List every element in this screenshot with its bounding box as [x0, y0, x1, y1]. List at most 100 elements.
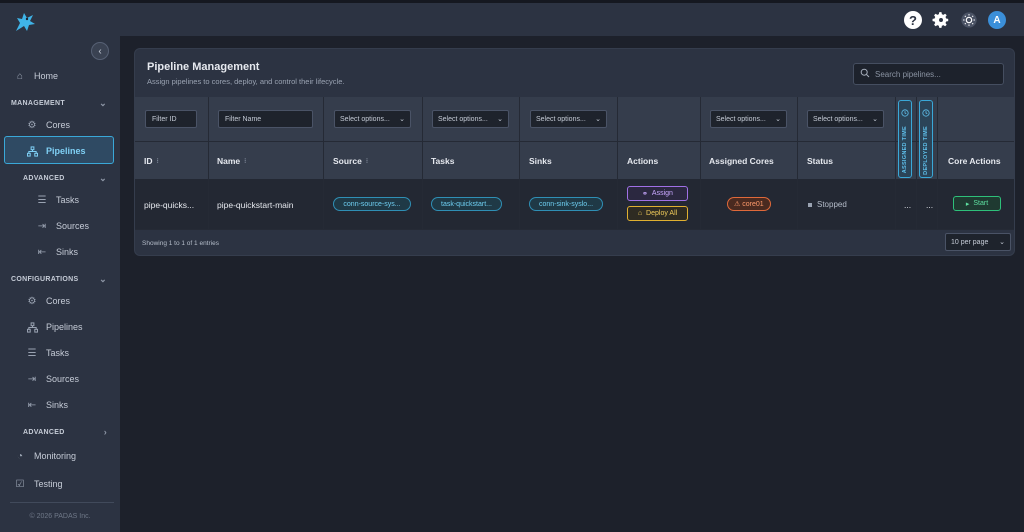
- tasks-filter-select[interactable]: Select options... ⌄: [432, 110, 509, 128]
- sun-icon[interactable]: [960, 11, 978, 29]
- source-filter-select[interactable]: Select options... ⌄: [334, 110, 411, 128]
- sidebar-item-label: Home: [34, 71, 59, 81]
- sidebar-item-sinks[interactable]: ⇤ Sinks: [36, 244, 78, 260]
- play-icon: ▸: [965, 200, 970, 208]
- column-header-name[interactable]: Name ⁝: [217, 156, 246, 166]
- dragon-logo-icon[interactable]: [12, 9, 38, 35]
- warning-icon: ⚠: [734, 201, 741, 208]
- chevron-down-icon: ⌄: [99, 274, 107, 284]
- sink-icon: ⇤: [37, 246, 47, 258]
- column-header-assigned-cores: Assigned Cores: [709, 156, 774, 166]
- sidebar-item-cores[interactable]: ⚙ Cores: [26, 117, 71, 133]
- sidebar: ‹ ⌂ Home MANAGEMENT ⌄ ⚙ Cores Pipelines A…: [0, 36, 120, 532]
- gear-icon: ⚙: [27, 119, 37, 131]
- search-box[interactable]: [853, 63, 1004, 85]
- home-icon: ⌂: [16, 70, 24, 82]
- pipeline-management-panel: Pipeline Management Assign pipelines to …: [134, 48, 1015, 256]
- sidebar-item-monitoring[interactable]: ◔ Monitoring: [14, 448, 76, 464]
- monitoring-icon: ◔: [16, 450, 24, 462]
- table-footer: Showing 1 to 1 of 1 entries 10 per page ⌄: [135, 230, 1014, 256]
- column-header-sinks: Sinks: [529, 156, 552, 166]
- deployed-time-value: ...: [926, 200, 934, 210]
- sidebar-item-label: Tasks: [46, 348, 70, 358]
- link-icon: ⚭: [642, 190, 648, 198]
- sidebar-item-label: Testing: [34, 479, 63, 489]
- core-badge[interactable]: ⚠ core01: [727, 197, 771, 211]
- column-header-id[interactable]: ID ⁝: [144, 156, 159, 166]
- page-subtitle: Assign pipelines to cores, deploy, and c…: [147, 77, 345, 86]
- deployed-time-column-toggle[interactable]: DEPLOYED TIME: [919, 100, 933, 178]
- deploy-all-button[interactable]: ⌂ Deploy All: [627, 206, 688, 221]
- filter-id-input[interactable]: Filter ID: [145, 110, 197, 128]
- column-divider: [916, 97, 917, 230]
- column-divider: [797, 97, 798, 230]
- section-advanced[interactable]: ADVANCED ⌄: [23, 173, 107, 184]
- per-page-select[interactable]: 10 per page ⌄: [945, 233, 1011, 251]
- sidebar-item-config-cores[interactable]: ⚙ Cores: [26, 293, 71, 309]
- assigned-time-column-toggle[interactable]: ASSIGNED TIME: [898, 100, 912, 178]
- source-icon: ⇥: [37, 220, 47, 232]
- chevron-down-icon: ⌄: [595, 116, 601, 123]
- sidebar-item-label: Sinks: [56, 247, 79, 257]
- assign-button[interactable]: ⚭ Assign: [627, 186, 688, 201]
- chevron-down-icon: ⌄: [99, 173, 107, 183]
- chevron-right-icon: ›: [103, 427, 107, 437]
- avatar[interactable]: A: [988, 11, 1006, 29]
- pipeline-icon: [26, 321, 38, 333]
- column-divider: [617, 97, 618, 230]
- task-chip[interactable]: task-quickstart...: [431, 197, 502, 211]
- column-divider: [323, 97, 324, 230]
- list-icon: ☰: [27, 347, 37, 359]
- sink-chip[interactable]: conn-sink-syslo...: [529, 197, 603, 211]
- sidebar-item-tasks[interactable]: ☰ Tasks: [36, 192, 80, 208]
- assigned-time-value: ...: [904, 200, 912, 210]
- chevron-down-icon: ⌄: [872, 116, 878, 123]
- sidebar-item-config-pipelines[interactable]: Pipelines: [26, 319, 83, 335]
- section-advanced-config[interactable]: ADVANCED ›: [23, 427, 107, 437]
- column-header-tasks: Tasks: [431, 156, 455, 166]
- section-management[interactable]: MANAGEMENT ⌄: [11, 98, 107, 109]
- sort-icon: ⁝: [365, 158, 369, 165]
- sidebar-item-config-sinks[interactable]: ⇤ Sinks: [26, 397, 68, 413]
- chevron-down-icon: ⌄: [775, 116, 781, 123]
- column-divider: [700, 97, 701, 230]
- column-header-status: Status: [807, 156, 833, 166]
- sidebar-item-home[interactable]: ⌂ Home: [14, 68, 58, 84]
- sidebar-item-label: Pipelines: [46, 322, 83, 332]
- section-configurations[interactable]: CONFIGURATIONS ⌄: [11, 274, 107, 285]
- help-icon[interactable]: ?: [904, 11, 922, 29]
- column-header-source[interactable]: Source ⁝: [333, 156, 368, 166]
- sidebar-item-pipelines[interactable]: Pipelines: [26, 143, 86, 159]
- status-filter-select[interactable]: Select options... ⌄: [807, 110, 884, 128]
- start-button[interactable]: ▸ Start: [953, 196, 1001, 211]
- sidebar-item-label: Sources: [46, 374, 80, 384]
- chevron-down-icon: ⌄: [497, 116, 503, 123]
- status-dot-icon: [808, 202, 812, 207]
- sidebar-item-label: Monitoring: [34, 451, 77, 461]
- page-title: Pipeline Management: [147, 61, 260, 73]
- column-divider: [519, 97, 520, 230]
- column-header-actions: Actions: [627, 156, 659, 166]
- sort-icon: ⁝: [156, 158, 159, 165]
- chevron-down-icon: ⌄: [999, 239, 1005, 246]
- gear-icon[interactable]: [932, 11, 950, 29]
- sinks-filter-select[interactable]: Select options... ⌄: [530, 110, 607, 128]
- pipeline-icon: [26, 145, 38, 157]
- row-name: pipe-quickstart-main: [217, 200, 294, 210]
- cores-filter-select[interactable]: Select options... ⌄: [710, 110, 787, 128]
- filter-name-input[interactable]: Filter Name: [218, 110, 313, 128]
- collapse-sidebar-button[interactable]: ‹: [91, 42, 109, 60]
- sidebar-item-sources[interactable]: ⇥ Sources: [36, 218, 89, 234]
- sidebar-item-config-sources[interactable]: ⇥ Sources: [26, 371, 79, 387]
- sidebar-item-label: Sinks: [46, 400, 69, 410]
- column-divider: [422, 97, 423, 230]
- clock-icon: [922, 104, 930, 122]
- search-input[interactable]: [875, 69, 995, 79]
- sidebar-item-label: Tasks: [56, 195, 80, 205]
- sidebar-item-label: Sources: [56, 221, 90, 231]
- source-chip[interactable]: conn-source-sys...: [333, 197, 411, 211]
- sidebar-item-config-tasks[interactable]: ☰ Tasks: [26, 345, 70, 361]
- sidebar-item-label: Pipelines: [46, 146, 86, 156]
- sidebar-item-testing[interactable]: ☑ Testing: [14, 476, 63, 492]
- top-bar: ? A: [0, 0, 1024, 36]
